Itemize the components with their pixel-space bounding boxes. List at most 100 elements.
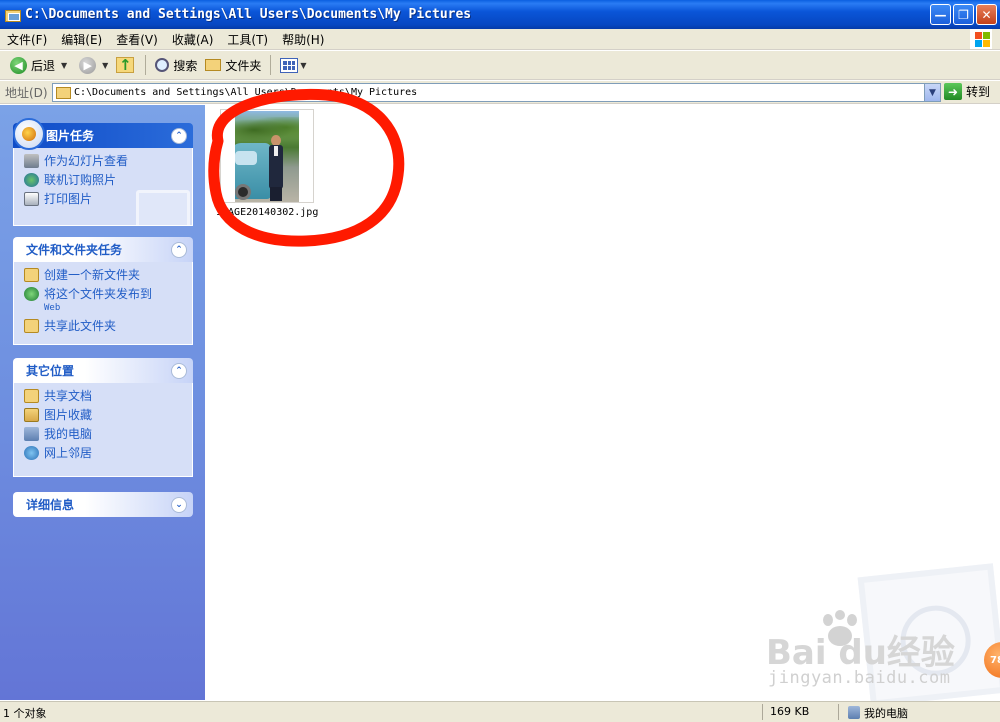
status-divider bbox=[762, 704, 763, 720]
my-computer-icon bbox=[848, 706, 860, 719]
file-name[interactable]: IMAGE20140302.jpg bbox=[216, 207, 326, 218]
file-folder-tasks-body: 创建一个新文件夹 将这个文件夹发布到 Web 共享此文件夹 bbox=[13, 262, 193, 345]
menu-bar: 文件(F) 编辑(E) 查看(V) 收藏(A) 工具(T) 帮助(H) bbox=[0, 29, 1000, 50]
file-view[interactable]: IMAGE20140302.jpg Bai du经验 jingyan.baidu… bbox=[206, 88, 1000, 707]
forward-arrow-icon: ▶ bbox=[79, 56, 97, 74]
toolbar-separator bbox=[270, 55, 272, 75]
title-bar[interactable]: C:\Documents and Settings\All Users\Docu… bbox=[0, 0, 1000, 29]
folder-icon bbox=[56, 86, 71, 99]
menu-edit[interactable]: 编辑(E) bbox=[54, 31, 109, 48]
address-value: C:\Documents and Settings\All Users\Docu… bbox=[74, 87, 418, 98]
views-button[interactable]: ▼ bbox=[276, 53, 310, 77]
place-my-pictures[interactable]: 图片收藏 bbox=[24, 408, 182, 422]
minimize-button[interactable]: — bbox=[930, 4, 951, 25]
task-label-sub: Web bbox=[44, 303, 61, 313]
task-label: 将这个文件夹发布到 bbox=[44, 287, 153, 301]
publish-web-icon bbox=[24, 287, 39, 301]
forward-dropdown-icon[interactable]: ▼ bbox=[102, 61, 108, 70]
shared-docs-icon bbox=[24, 389, 39, 403]
share-folder-icon bbox=[24, 319, 39, 333]
folder-icon bbox=[5, 7, 21, 23]
status-bar: 1 个对象 169 KB 我的电脑 bbox=[0, 701, 1000, 722]
menu-tools[interactable]: 工具(T) bbox=[220, 31, 275, 48]
menu-help[interactable]: 帮助(H) bbox=[275, 31, 331, 48]
other-places-body: 共享文档 图片收藏 我的电脑 网上邻居 bbox=[13, 383, 193, 477]
watermark-icon bbox=[136, 190, 190, 225]
other-places-header[interactable]: 其它位置 ⌃ bbox=[13, 358, 193, 383]
task-label: 作为幻灯片查看 bbox=[44, 154, 129, 168]
up-folder-icon: ↑ bbox=[116, 56, 135, 74]
folders-icon bbox=[205, 59, 222, 71]
back-arrow-icon: ◀ bbox=[10, 56, 27, 74]
windows-logo-icon bbox=[970, 29, 992, 49]
task-label: 共享文档 bbox=[44, 389, 93, 403]
go-label: 转到 bbox=[966, 85, 991, 99]
status-location: 我的电脑 bbox=[848, 705, 908, 721]
collapse-icon[interactable]: ⌃ bbox=[171, 362, 187, 379]
task-share-folder[interactable]: 共享此文件夹 bbox=[24, 319, 182, 333]
task-label: 图片收藏 bbox=[44, 408, 93, 422]
status-size: 169 KB bbox=[770, 705, 810, 718]
file-folder-tasks-header[interactable]: 文件和文件夹任务 ⌃ bbox=[13, 237, 193, 262]
address-bar: 地址(D) C:\Documents and Settings\All User… bbox=[0, 81, 1000, 104]
forward-button[interactable]: ▶ ▼ bbox=[75, 53, 112, 77]
new-folder-icon bbox=[24, 268, 39, 282]
slideshow-icon bbox=[24, 154, 39, 168]
menu-view[interactable]: 查看(V) bbox=[109, 31, 165, 48]
place-my-computer[interactable]: 我的电脑 bbox=[24, 427, 182, 441]
go-arrow-icon: ➜ bbox=[944, 83, 962, 100]
task-label: 共享此文件夹 bbox=[44, 319, 117, 333]
back-dropdown-icon[interactable]: ▼ bbox=[61, 61, 67, 70]
maximize-button[interactable]: ❐ bbox=[953, 4, 974, 25]
picture-tasks-body: 作为幻灯片查看 联机订购照片 打印图片 bbox=[13, 148, 193, 226]
toolbar: ◀ 后退 ▼ ▶ ▼ ↑ 搜索 文件夹 ▼ bbox=[0, 51, 1000, 80]
details-header[interactable]: 详细信息 ⌄ bbox=[13, 492, 193, 517]
status-object-count: 1 个对象 bbox=[3, 707, 47, 720]
status-location-label: 我的电脑 bbox=[864, 707, 908, 720]
task-order-prints[interactable]: 联机订购照片 bbox=[24, 173, 182, 187]
chevron-down-icon[interactable]: ▼ bbox=[924, 84, 940, 101]
views-dropdown-icon: ▼ bbox=[300, 60, 307, 70]
collapse-icon[interactable]: ⌃ bbox=[171, 241, 187, 258]
task-label-group: 将这个文件夹发布到 Web bbox=[44, 287, 152, 315]
panel-title: 详细信息 bbox=[26, 498, 75, 512]
baidu-watermark-url: jingyan.baidu.com bbox=[768, 668, 951, 688]
task-label: 打印图片 bbox=[44, 192, 93, 206]
network-icon bbox=[24, 446, 39, 460]
search-icon bbox=[155, 58, 170, 72]
task-publish-web[interactable]: 将这个文件夹发布到 Web bbox=[24, 287, 182, 315]
place-shared-docs[interactable]: 共享文档 bbox=[24, 389, 182, 403]
task-slideshow[interactable]: 作为幻灯片查看 bbox=[24, 154, 182, 168]
task-label: 网上邻居 bbox=[44, 446, 93, 460]
task-label: 我的电脑 bbox=[44, 427, 93, 441]
collapse-icon[interactable]: ⌃ bbox=[171, 127, 187, 144]
file-folder-tasks-panel: 文件和文件夹任务 ⌃ 创建一个新文件夹 将这个文件夹发布到 Web 共享此文件夹 bbox=[13, 237, 193, 345]
panel-title: 图片任务 bbox=[46, 129, 95, 143]
window-title: C:\Documents and Settings\All Users\Docu… bbox=[25, 7, 472, 22]
task-pane: 图片任务 ⌃ 作为幻灯片查看 联机订购照片 打印图片 文件和文件夹任务 ⌃ 创建… bbox=[0, 105, 205, 700]
back-button[interactable]: ◀ 后退 bbox=[6, 53, 59, 77]
search-button[interactable]: 搜索 bbox=[151, 53, 201, 77]
folders-button[interactable]: 文件夹 bbox=[201, 53, 265, 77]
window-controls: — ❐ ✕ bbox=[930, 4, 997, 25]
details-panel: 详细信息 ⌄ bbox=[13, 492, 193, 517]
search-label: 搜索 bbox=[173, 58, 198, 73]
status-divider bbox=[838, 704, 839, 720]
go-button[interactable]: ➜ 转到 bbox=[944, 83, 990, 100]
menu-file[interactable]: 文件(F) bbox=[0, 31, 54, 48]
up-folder-button[interactable]: ↑ bbox=[112, 53, 140, 77]
back-label: 后退 bbox=[31, 58, 56, 73]
task-label: 创建一个新文件夹 bbox=[44, 268, 141, 282]
task-new-folder[interactable]: 创建一个新文件夹 bbox=[24, 268, 182, 282]
address-label: 地址(D) bbox=[5, 85, 48, 100]
baidu-watermark-logo: Bai du经验 bbox=[766, 633, 955, 673]
printer-icon bbox=[24, 192, 39, 206]
file-thumbnail[interactable] bbox=[220, 109, 314, 203]
menu-favorites[interactable]: 收藏(A) bbox=[165, 31, 221, 48]
close-button[interactable]: ✕ bbox=[976, 4, 997, 25]
address-input[interactable]: C:\Documents and Settings\All Users\Docu… bbox=[52, 83, 941, 102]
expand-icon[interactable]: ⌄ bbox=[171, 496, 187, 513]
my-pictures-icon bbox=[24, 408, 39, 422]
folders-label: 文件夹 bbox=[225, 58, 262, 73]
place-network[interactable]: 网上邻居 bbox=[24, 446, 182, 460]
